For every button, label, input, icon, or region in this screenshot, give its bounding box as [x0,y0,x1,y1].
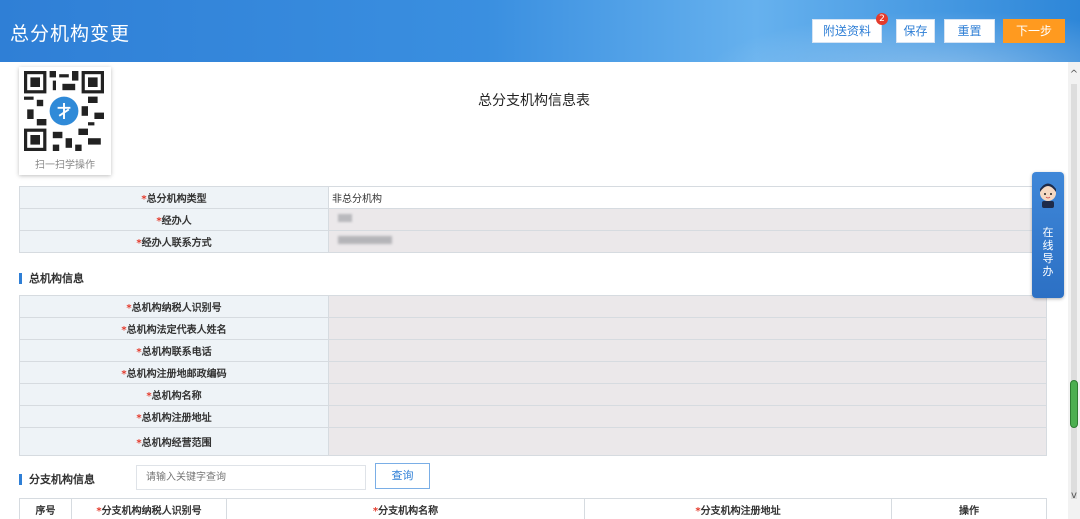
online-guide-button[interactable]: 在线导办 [1032,172,1064,298]
table-row: *总机构经营范围 [19,427,1047,456]
column-header-label: 分支机构注册地址 [700,506,781,517]
label-text: 经办人 [161,216,192,227]
column-header: 操作 [891,498,1047,519]
field-label: *经办人 [19,208,329,231]
attach-materials-button[interactable]: 附送资料 [812,19,882,43]
branch-section-title: 分支机构信息 [19,474,95,485]
column-header-label: 分支机构纳税人识别号 [101,506,202,517]
table-row: *总机构注册地邮政编码 [19,361,1047,384]
label-text: 总机构经营范围 [141,438,212,449]
redacted-text [338,214,352,222]
field-label: *总机构注册地址 [19,405,329,428]
top-bar: 总分机构变更 附送资料 2 保存 重置 下一步 [0,0,1080,62]
head-office-section-title: 总机构信息 [19,273,84,284]
scrollbar-thumb[interactable] [1070,380,1078,428]
table-row: *总机构注册地址 [19,405,1047,428]
label-text: 总机构注册地邮政编码 [126,369,227,380]
table-row: *总机构纳税人识别号 [19,295,1047,318]
label-text: 总机构名称 [151,391,202,402]
table-row: *经办人 [19,208,1047,231]
branch-table: 序号 *分支机构纳税人识别号 *分支机构名称 *分支机构注册地址 操作 [19,498,1047,519]
online-guide-label: 在线导办 [1042,226,1054,278]
field-label: *总机构名称 [19,383,329,406]
table-row: *总机构名称 [19,383,1047,406]
scroll-down-icon[interactable]: v [1068,489,1080,503]
field-label: *总机构注册地邮政编码 [19,361,329,384]
column-header: *分支机构注册地址 [584,498,892,519]
column-header: *分支机构纳税人识别号 [71,498,227,519]
reset-button[interactable]: 重置 [944,19,995,43]
column-header: *分支机构名称 [226,498,585,519]
assistant-avatar-icon [1040,183,1056,208]
attach-count-badge: 2 [876,13,888,25]
head-business-scope-field[interactable] [328,427,1047,456]
head-office-table: *总机构纳税人识别号 *总机构法定代表人姓名 *总机构联系电话 *总机构注册地邮… [19,295,1047,456]
handler-field[interactable] [328,208,1047,231]
table-row: *总机构法定代表人姓名 [19,317,1047,340]
redacted-text [338,236,392,244]
column-header-label: 分支机构名称 [378,506,439,517]
head-tax-id-field[interactable] [328,295,1047,318]
handler-contact-field[interactable] [328,230,1047,253]
field-label: *总机构联系电话 [19,339,329,362]
page-header-title: 总分机构变更 [10,23,131,45]
save-button[interactable]: 保存 [896,19,935,43]
next-step-button[interactable]: 下一步 [1003,19,1065,43]
label-text: 总机构纳税人识别号 [131,303,222,314]
form-title: 总分支机构信息表 [478,93,590,109]
scrollbar-track [1071,84,1077,499]
field-label: *经办人联系方式 [19,230,329,253]
qr-label: 扫一扫学操作 [35,160,95,171]
table-header-row: 序号 *分支机构纳税人识别号 *分支机构名称 *分支机构注册地址 操作 [19,498,1047,519]
table-row: *总分机构类型 非总分机构 [19,186,1047,209]
column-header: 序号 [19,498,72,519]
search-button[interactable]: 查询 [375,463,430,489]
table-row: *总机构联系电话 [19,339,1047,362]
basic-info-table: *总分机构类型 非总分机构 *经办人 *经办人联系方式 [19,186,1047,253]
head-address-field[interactable] [328,405,1047,428]
field-label: *总机构经营范围 [19,427,329,456]
field-label: *总分机构类型 [19,186,329,209]
qr-card[interactable]: 扫一扫学操作 [19,67,111,175]
head-name-field[interactable] [328,383,1047,406]
branch-search-input[interactable] [136,465,366,490]
head-postcode-field[interactable] [328,361,1047,384]
label-text: 经办人联系方式 [141,238,212,249]
head-phone-field[interactable] [328,339,1047,362]
label-text: 总分机构类型 [146,194,207,205]
field-label: *总机构纳税人识别号 [19,295,329,318]
label-text: 总机构法定代表人姓名 [126,325,227,336]
head-legal-rep-field[interactable] [328,317,1047,340]
vertical-scrollbar[interactable]: ^ v [1068,62,1080,519]
field-label: *总机构法定代表人姓名 [19,317,329,340]
main-content: 扫一扫学操作 总分支机构信息表 *总分机构类型 非总分机构 *经办人 *经办人联… [0,62,1068,519]
table-row: *经办人联系方式 [19,230,1047,253]
label-text: 总机构联系电话 [141,347,212,358]
qr-code-icon [24,71,104,151]
org-type-value: 非总分机构 [328,186,1047,209]
scroll-up-icon[interactable]: ^ [1068,68,1080,82]
label-text: 总机构注册地址 [141,413,212,424]
